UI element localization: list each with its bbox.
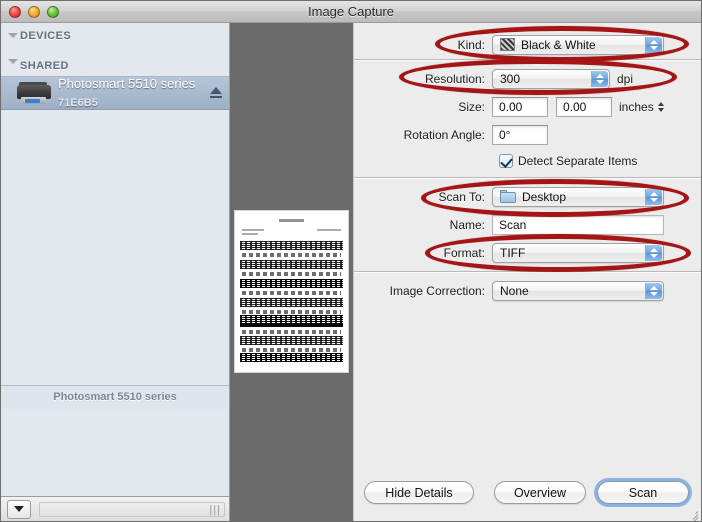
- format-label: Format:: [443, 245, 485, 260]
- scan-to-row: Scan To: Desktop: [354, 186, 701, 207]
- name-label: Name:: [449, 217, 485, 232]
- sidebar-bottom-bar: |||: [1, 496, 229, 521]
- zoom-button[interactable]: [47, 5, 59, 18]
- sidebar-item-subtitle: 71E6B5: [58, 97, 98, 109]
- name-input[interactable]: Scan: [492, 214, 664, 235]
- window-body: DEVICES SHARED Photosmart 5510 series 71…: [1, 23, 701, 521]
- resolution-value: 300: [500, 71, 521, 86]
- minimize-button[interactable]: [28, 5, 40, 18]
- resize-grip-icon[interactable]: [686, 507, 699, 521]
- sidebar-item-name: Photosmart 5510 series: [58, 76, 196, 92]
- settings-divider: [354, 271, 701, 272]
- kind-row: Kind: Black & White: [354, 34, 701, 55]
- size-row: Size: 0.00 0.00 inches: [354, 96, 701, 117]
- window-controls: [9, 5, 59, 18]
- printer-icon: [15, 80, 53, 106]
- image-correction-select[interactable]: None: [492, 280, 664, 301]
- chevron-updown-icon[interactable]: [645, 188, 662, 205]
- disclosure-triangle-icon[interactable]: [8, 32, 18, 38]
- overview-button[interactable]: Overview: [494, 481, 586, 504]
- sidebar-section-devices[interactable]: DEVICES: [1, 23, 229, 46]
- size-label: Size:: [458, 99, 485, 114]
- action-popup-icon[interactable]: [7, 499, 31, 519]
- resolution-units: dpi: [617, 71, 634, 86]
- resolution-select[interactable]: 300: [492, 68, 610, 89]
- chevron-updown-icon[interactable]: [645, 36, 662, 53]
- scan-to-label: Scan To:: [438, 189, 485, 204]
- bottom-button-bar: Hide Details Overview Scan: [354, 469, 701, 521]
- settings-divider: [354, 177, 701, 178]
- sidebar-section-devices-label: DEVICES: [20, 30, 72, 42]
- chevron-updown-icon[interactable]: [645, 282, 662, 299]
- title-bar[interactable]: Image Capture: [1, 1, 701, 23]
- image-thumbnail-icon: [500, 38, 515, 51]
- size-width-input[interactable]: 0.00: [492, 96, 548, 117]
- image-correction-label: Image Correction:: [389, 283, 485, 298]
- eject-icon[interactable]: [209, 86, 223, 100]
- sidebar-footer-label: Photosmart 5510 series: [1, 385, 229, 409]
- chevron-updown-icon[interactable]: [591, 70, 608, 87]
- grip-icon: |||: [209, 503, 221, 516]
- detect-separate-items-row[interactable]: Detect Separate Items: [499, 154, 637, 168]
- size-height-input[interactable]: 0.00: [556, 96, 612, 117]
- settings-list: Kind: Black & White Resolution: 300 dpi: [354, 23, 701, 469]
- image-correction-value: None: [500, 283, 529, 298]
- format-value: TIFF: [500, 245, 526, 260]
- settings-divider: [354, 59, 701, 60]
- window-title: Image Capture: [308, 4, 394, 19]
- resolution-row: Resolution: 300 dpi: [354, 68, 701, 89]
- detect-separate-items-checkbox[interactable]: [499, 154, 513, 168]
- detect-separate-items-label: Detect Separate Items: [518, 154, 638, 168]
- kind-label: Kind:: [457, 37, 485, 52]
- scan-preview-thumbnail[interactable]: [234, 210, 349, 373]
- sidebar-section-shared-label: SHARED: [20, 60, 69, 72]
- sidebar-scroll-area: DEVICES SHARED Photosmart 5510 series 71…: [1, 23, 229, 496]
- format-select[interactable]: TIFF: [492, 242, 664, 263]
- format-row: Format: TIFF: [354, 242, 701, 263]
- resolution-label: Resolution:: [424, 71, 485, 86]
- preview-pane[interactable]: [230, 23, 353, 521]
- rotation-angle-label: Rotation Angle:: [403, 127, 485, 142]
- sidebar-item-text: Photosmart 5510 series 71E6B5: [58, 75, 195, 110]
- close-button[interactable]: [9, 5, 21, 18]
- chevron-updown-icon[interactable]: [645, 244, 662, 261]
- image-correction-row: Image Correction: None: [354, 280, 701, 301]
- sidebar-footer-wrap: Photosmart 5510 series: [1, 385, 229, 409]
- scan-to-value: Desktop: [522, 189, 567, 204]
- sidebar: DEVICES SHARED Photosmart 5510 series 71…: [1, 23, 230, 521]
- disclosure-triangle-icon[interactable]: [8, 59, 18, 64]
- size-units: inches: [619, 99, 654, 114]
- rotation-angle-row: Rotation Angle: 0°: [354, 124, 701, 145]
- sidebar-section-shared[interactable]: SHARED: [1, 46, 229, 76]
- hide-details-button[interactable]: Hide Details: [364, 481, 474, 504]
- folder-icon: [500, 190, 516, 203]
- scan-button[interactable]: Scan: [597, 481, 689, 504]
- size-units-stepper[interactable]: [657, 101, 664, 112]
- scan-to-select[interactable]: Desktop: [492, 186, 664, 207]
- name-row: Name: Scan: [354, 214, 701, 235]
- scanner-settings-panel: Kind: Black & White Resolution: 300 dpi: [353, 23, 701, 521]
- preview-page-content: [240, 215, 343, 368]
- kind-value: Black & White: [521, 37, 596, 52]
- sidebar-horizontal-scrollbar[interactable]: |||: [39, 501, 225, 517]
- sidebar-item-photosmart-5510[interactable]: Photosmart 5510 series 71E6B5: [1, 76, 229, 110]
- kind-select[interactable]: Black & White: [492, 34, 664, 55]
- rotation-angle-input[interactable]: 0°: [492, 124, 548, 145]
- image-capture-window: Image Capture DEVICES SHARED Photosmart …: [0, 0, 702, 522]
